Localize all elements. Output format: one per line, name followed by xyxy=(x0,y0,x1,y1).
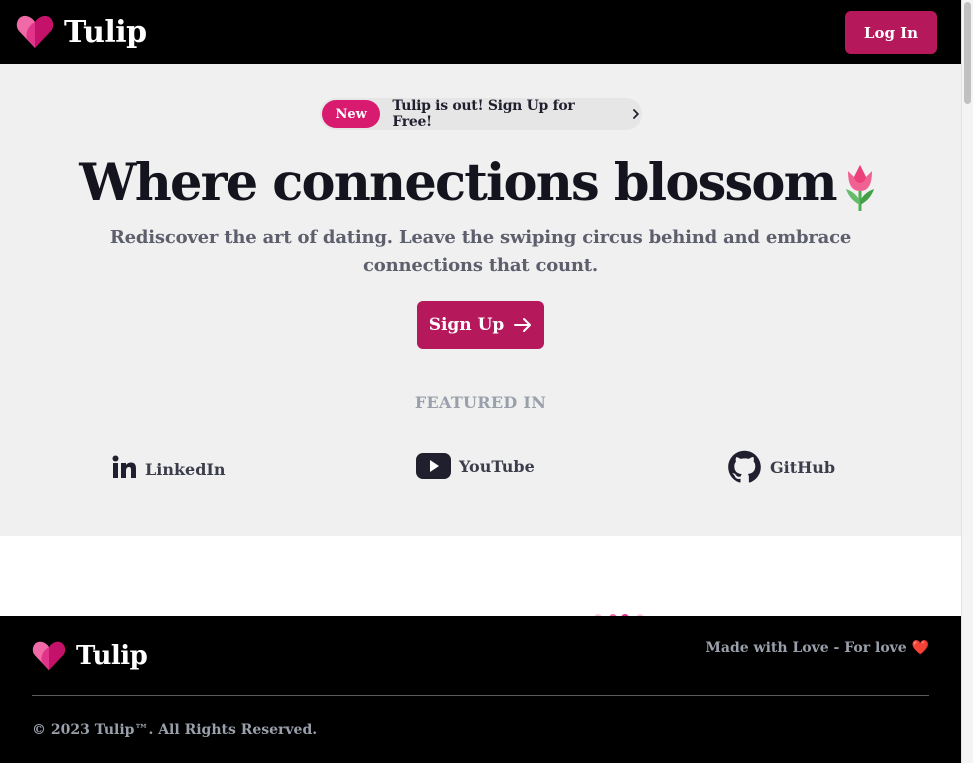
announcement-text: Tulip is out! Sign Up for Free! xyxy=(392,98,575,130)
new-badge: New xyxy=(322,100,381,128)
footer-brand-logo[interactable]: Tulip xyxy=(32,640,148,672)
signup-label: Sign Up xyxy=(428,315,505,335)
announcement-pill[interactable]: New Tulip is out! Sign Up for Free! xyxy=(320,98,642,130)
footer-brand-name: Tulip xyxy=(76,641,148,671)
chevron-right-icon xyxy=(633,109,639,119)
heart-logo-icon xyxy=(16,15,54,48)
hero-section: New Tulip is out! Sign Up for Free! Wher… xyxy=(0,64,961,536)
signup-button[interactable]: Sign Up xyxy=(417,301,544,349)
featured-in-title: FEATURED IN xyxy=(414,393,547,412)
tulip-icon xyxy=(845,165,874,211)
footer-divider xyxy=(32,695,929,696)
github-icon xyxy=(728,450,761,483)
arrow-right-icon xyxy=(514,318,532,332)
brand-name: Tulip xyxy=(64,14,147,50)
youtube-label: YouTube xyxy=(459,456,535,476)
top-navbar: Tulip Log In xyxy=(0,0,961,64)
brand-logo[interactable]: Tulip xyxy=(16,14,147,50)
youtube-icon xyxy=(416,453,451,479)
hero-headline: Where connections blossom xyxy=(0,151,961,215)
github-label: GitHub xyxy=(770,457,836,477)
featured-linkedin[interactable]: LinkedIn xyxy=(112,454,226,479)
page-footer: Tulip Made with Love - For love ❤️ © 202… xyxy=(0,616,961,763)
vertical-scrollbar[interactable] xyxy=(961,0,973,763)
login-button[interactable]: Log In xyxy=(845,11,937,54)
linkedin-icon xyxy=(112,455,136,478)
featured-github[interactable]: GitHub xyxy=(727,450,835,484)
headline-text: Where connections blossom xyxy=(79,153,837,213)
linkedin-label: LinkedIn xyxy=(145,460,226,479)
scrollbar-thumb[interactable] xyxy=(964,2,971,104)
footer-tagline: Made with Love - For love ❤️ xyxy=(705,640,929,656)
content-spacer xyxy=(0,536,961,616)
heart-logo-icon xyxy=(32,641,66,671)
hero-subtitle: Rediscover the art of dating. Leave the … xyxy=(109,227,852,276)
copyright-text: © 2023 Tulip™. All Rights Reserved. xyxy=(32,722,318,738)
featured-youtube[interactable]: YouTube xyxy=(416,453,535,479)
